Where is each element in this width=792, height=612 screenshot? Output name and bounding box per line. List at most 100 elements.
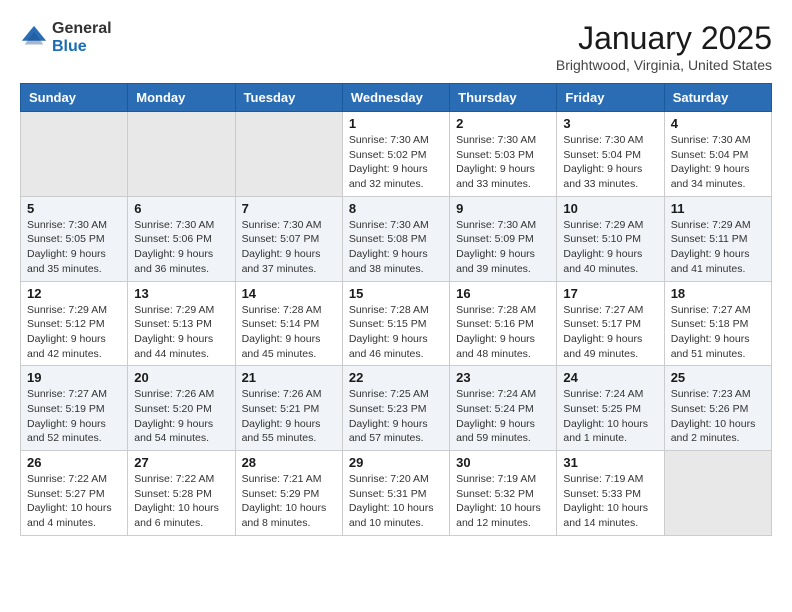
day-number: 4	[671, 116, 765, 131]
day-info: Sunrise: 7:26 AM Sunset: 5:20 PM Dayligh…	[134, 387, 228, 446]
calendar-cell: 4 Sunrise: 7:30 AM Sunset: 5:04 PM Daylig…	[664, 112, 771, 197]
day-info: Sunrise: 7:28 AM Sunset: 5:14 PM Dayligh…	[242, 303, 336, 362]
calendar-cell: 16 Sunrise: 7:28 AM Sunset: 5:16 PM Dayli…	[450, 281, 557, 366]
day-info: Sunrise: 7:29 AM Sunset: 5:10 PM Dayligh…	[563, 218, 657, 277]
day-number: 8	[349, 201, 443, 216]
day-number: 9	[456, 201, 550, 216]
day-info: Sunrise: 7:22 AM Sunset: 5:27 PM Dayligh…	[27, 472, 121, 531]
calendar-cell: 11 Sunrise: 7:29 AM Sunset: 5:11 PM Dayli…	[664, 196, 771, 281]
day-number: 1	[349, 116, 443, 131]
day-number: 22	[349, 370, 443, 385]
calendar-cell: 25Sunrise: 7:23 AM Sunset: 5:26 PM Dayli…	[664, 366, 771, 451]
weekday-header-tuesday: Tuesday	[235, 84, 342, 112]
calendar-week-row-5: 26 Sunrise: 7:22 AM Sunset: 5:27 PM Dayli…	[21, 451, 772, 536]
calendar-cell: 2Sunrise: 7:30 AM Sunset: 5:03 PM Daylig…	[450, 112, 557, 197]
day-info: Sunrise: 7:30 AM Sunset: 5:03 PM Dayligh…	[456, 133, 550, 192]
day-number: 18	[671, 286, 765, 301]
day-info: Sunrise: 7:19 AM Sunset: 5:33 PM Dayligh…	[563, 472, 657, 531]
day-number: 6	[134, 201, 228, 216]
day-number: 16	[456, 286, 550, 301]
day-info: Sunrise: 7:24 AM Sunset: 5:25 PM Dayligh…	[563, 387, 657, 446]
day-number: 24	[563, 370, 657, 385]
calendar-cell: 10 Sunrise: 7:29 AM Sunset: 5:10 PM Dayli…	[557, 196, 664, 281]
day-info: Sunrise: 7:29 AM Sunset: 5:13 PM Dayligh…	[134, 303, 228, 362]
calendar-cell: 30 Sunrise: 7:19 AM Sunset: 5:32 PM Dayli…	[450, 451, 557, 536]
logo: General Blue	[20, 20, 112, 55]
day-number: 30	[456, 455, 550, 470]
calendar-cell: 9 Sunrise: 7:30 AM Sunset: 5:09 PM Daylig…	[450, 196, 557, 281]
calendar-cell: 26 Sunrise: 7:22 AM Sunset: 5:27 PM Dayli…	[21, 451, 128, 536]
day-number: 3	[563, 116, 657, 131]
day-number: 15	[349, 286, 443, 301]
calendar-cell: 5 Sunrise: 7:30 AM Sunset: 5:05 PM Daylig…	[21, 196, 128, 281]
calendar-cell: 1 Sunrise: 7:30 AM Sunset: 5:02 PM Daylig…	[342, 112, 449, 197]
calendar-cell	[128, 112, 235, 197]
day-number: 28	[242, 455, 336, 470]
day-info: Sunrise: 7:29 AM Sunset: 5:12 PM Dayligh…	[27, 303, 121, 362]
day-info: Sunrise: 7:30 AM Sunset: 5:09 PM Dayligh…	[456, 218, 550, 277]
day-number: 10	[563, 201, 657, 216]
day-info: Sunrise: 7:30 AM Sunset: 5:04 PM Dayligh…	[671, 133, 765, 192]
day-info: Sunrise: 7:28 AM Sunset: 5:16 PM Dayligh…	[456, 303, 550, 362]
logo-general-text: General	[52, 20, 112, 38]
day-info: Sunrise: 7:21 AM Sunset: 5:29 PM Dayligh…	[242, 472, 336, 531]
day-number: 21	[242, 370, 336, 385]
weekday-header-sunday: Sunday	[21, 84, 128, 112]
calendar-cell: 27 Sunrise: 7:22 AM Sunset: 5:28 PM Dayli…	[128, 451, 235, 536]
weekday-header-wednesday: Wednesday	[342, 84, 449, 112]
day-info: Sunrise: 7:19 AM Sunset: 5:32 PM Dayligh…	[456, 472, 550, 531]
calendar-cell: 28 Sunrise: 7:21 AM Sunset: 5:29 PM Dayli…	[235, 451, 342, 536]
day-number: 27	[134, 455, 228, 470]
day-number: 25	[671, 370, 765, 385]
day-number: 26	[27, 455, 121, 470]
day-number: 29	[349, 455, 443, 470]
day-info: Sunrise: 7:29 AM Sunset: 5:11 PM Dayligh…	[671, 218, 765, 277]
calendar-week-row-2: 5 Sunrise: 7:30 AM Sunset: 5:05 PM Daylig…	[21, 196, 772, 281]
calendar-cell	[21, 112, 128, 197]
day-info: Sunrise: 7:26 AM Sunset: 5:21 PM Dayligh…	[242, 387, 336, 446]
day-info: Sunrise: 7:30 AM Sunset: 5:05 PM Dayligh…	[27, 218, 121, 277]
weekday-header-row: SundayMondayTuesdayWednesdayThursdayFrid…	[21, 84, 772, 112]
calendar-cell: 3 Sunrise: 7:30 AM Sunset: 5:04 PM Daylig…	[557, 112, 664, 197]
calendar-cell: 7 Sunrise: 7:30 AM Sunset: 5:07 PM Daylig…	[235, 196, 342, 281]
day-info: Sunrise: 7:28 AM Sunset: 5:15 PM Dayligh…	[349, 303, 443, 362]
calendar-cell: 18 Sunrise: 7:27 AM Sunset: 5:18 PM Dayli…	[664, 281, 771, 366]
calendar-cell	[664, 451, 771, 536]
calendar-cell: 24 Sunrise: 7:24 AM Sunset: 5:25 PM Dayli…	[557, 366, 664, 451]
location-text: Brightwood, Virginia, United States	[556, 57, 772, 73]
calendar-cell: 29 Sunrise: 7:20 AM Sunset: 5:31 PM Dayli…	[342, 451, 449, 536]
day-number: 11	[671, 201, 765, 216]
day-number: 31	[563, 455, 657, 470]
day-number: 5	[27, 201, 121, 216]
day-info: Sunrise: 7:30 AM Sunset: 5:02 PM Dayligh…	[349, 133, 443, 192]
day-number: 12	[27, 286, 121, 301]
title-block: January 2025 Brightwood, Virginia, Unite…	[556, 20, 772, 73]
day-info: Sunrise: 7:27 AM Sunset: 5:17 PM Dayligh…	[563, 303, 657, 362]
weekday-header-saturday: Saturday	[664, 84, 771, 112]
logo-text: General Blue	[52, 20, 112, 55]
calendar-cell: 6 Sunrise: 7:30 AM Sunset: 5:06 PM Daylig…	[128, 196, 235, 281]
day-number: 23	[456, 370, 550, 385]
day-info: Sunrise: 7:20 AM Sunset: 5:31 PM Dayligh…	[349, 472, 443, 531]
calendar-week-row-3: 12 Sunrise: 7:29 AM Sunset: 5:12 PM Dayli…	[21, 281, 772, 366]
calendar-cell: 17 Sunrise: 7:27 AM Sunset: 5:17 PM Dayli…	[557, 281, 664, 366]
day-info: Sunrise: 7:30 AM Sunset: 5:04 PM Dayligh…	[563, 133, 657, 192]
day-info: Sunrise: 7:25 AM Sunset: 5:23 PM Dayligh…	[349, 387, 443, 446]
weekday-header-friday: Friday	[557, 84, 664, 112]
day-number: 14	[242, 286, 336, 301]
day-number: 7	[242, 201, 336, 216]
calendar-cell: 8 Sunrise: 7:30 AM Sunset: 5:08 PM Daylig…	[342, 196, 449, 281]
day-info: Sunrise: 7:22 AM Sunset: 5:28 PM Dayligh…	[134, 472, 228, 531]
calendar-week-row-4: 19Sunrise: 7:27 AM Sunset: 5:19 PM Dayli…	[21, 366, 772, 451]
day-info: Sunrise: 7:30 AM Sunset: 5:07 PM Dayligh…	[242, 218, 336, 277]
day-info: Sunrise: 7:30 AM Sunset: 5:08 PM Dayligh…	[349, 218, 443, 277]
day-info: Sunrise: 7:27 AM Sunset: 5:18 PM Dayligh…	[671, 303, 765, 362]
logo-blue-text: Blue	[52, 38, 112, 56]
day-info: Sunrise: 7:24 AM Sunset: 5:24 PM Dayligh…	[456, 387, 550, 446]
day-info: Sunrise: 7:30 AM Sunset: 5:06 PM Dayligh…	[134, 218, 228, 277]
day-number: 20	[134, 370, 228, 385]
day-number: 17	[563, 286, 657, 301]
calendar-cell: 20 Sunrise: 7:26 AM Sunset: 5:20 PM Dayli…	[128, 366, 235, 451]
calendar-cell: 13Sunrise: 7:29 AM Sunset: 5:13 PM Dayli…	[128, 281, 235, 366]
day-info: Sunrise: 7:27 AM Sunset: 5:19 PM Dayligh…	[27, 387, 121, 446]
